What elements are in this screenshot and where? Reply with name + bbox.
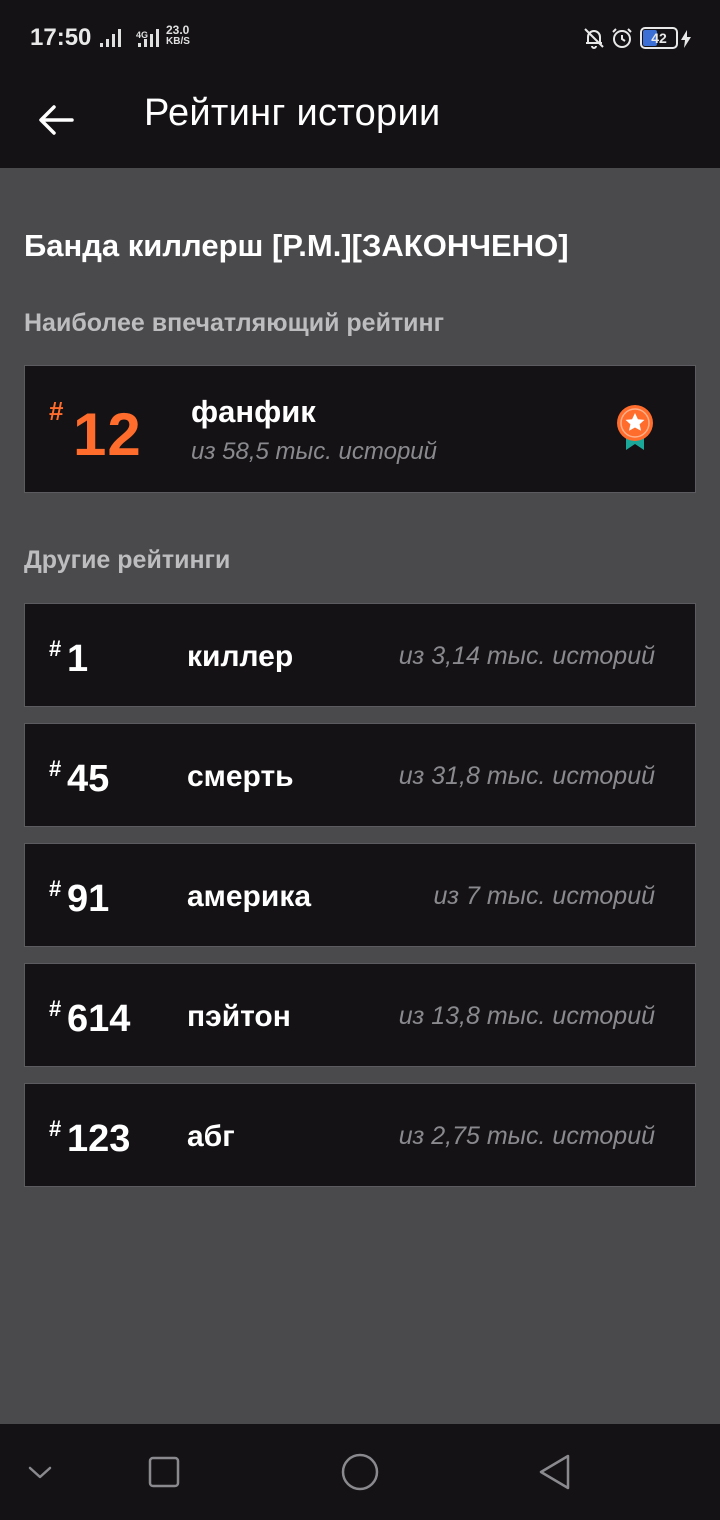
rank-number: 91 xyxy=(67,878,110,920)
rank-hash: # xyxy=(49,756,62,781)
rank-hash: # xyxy=(49,396,64,426)
rank-hash: # xyxy=(49,636,62,661)
status-time: 17:50 xyxy=(30,24,92,51)
chevron-down-icon[interactable] xyxy=(16,1448,64,1496)
signal-icon xyxy=(100,29,121,47)
rank-number: 123 xyxy=(67,1118,131,1160)
signal-icon xyxy=(138,29,159,47)
battery-indicator: 42 xyxy=(640,27,678,49)
square-icon[interactable] xyxy=(140,1448,188,1496)
medal-star-icon xyxy=(617,405,653,450)
rating-card[interactable]: # 123 абг из 2,75 тыс. историй xyxy=(24,1083,696,1187)
back-button[interactable] xyxy=(26,90,86,150)
other-ratings-label: Другие рейтинги xyxy=(24,546,231,574)
circle-icon[interactable] xyxy=(336,1448,384,1496)
bell-off-icon xyxy=(584,28,604,49)
rank-number: 12 xyxy=(73,401,142,468)
rating-tag: абг xyxy=(187,1120,235,1153)
battery-level: 42 xyxy=(651,30,667,46)
system-nav-bar xyxy=(0,1424,720,1520)
rating-tag: смерть xyxy=(187,760,294,793)
rating-card[interactable]: # 91 америка из 7 тыс. историй xyxy=(24,843,696,947)
rating-card[interactable]: # 1 киллер из 3,14 тыс. историй xyxy=(24,603,696,707)
rank-hash: # xyxy=(49,876,62,901)
rating-count: из 13,8 тыс. историй xyxy=(398,1002,655,1030)
top-rating-card[interactable]: # 12 фанфик из 58,5 тыс. историй xyxy=(24,365,696,493)
rating-count: из 3,14 тыс. историй xyxy=(398,642,655,670)
story-title: Банда киллерш [Р.М.][ЗАКОНЧЕНО] xyxy=(24,228,569,263)
top-rating-label: Наиболее впечатляющий рейтинг xyxy=(24,309,445,337)
charging-icon xyxy=(681,30,691,48)
top-rating-tag: фанфик xyxy=(191,394,316,429)
rating-tag: киллер xyxy=(187,640,294,673)
arrow-left-icon xyxy=(39,105,74,135)
triangle-back-icon[interactable] xyxy=(532,1448,580,1496)
rank-number: 45 xyxy=(67,758,110,800)
rank-number: 614 xyxy=(67,998,131,1040)
rank-hash: # xyxy=(49,996,62,1021)
rating-count: из 31,8 тыс. историй xyxy=(398,762,655,790)
rating-tag: америка xyxy=(187,880,312,913)
top-rating-count: из 58,5 тыс. историй xyxy=(191,438,437,465)
app-bar: Рейтинг истории xyxy=(0,76,720,168)
rank-hash: # xyxy=(49,1116,62,1141)
rating-card[interactable]: # 45 смерть из 31,8 тыс. историй xyxy=(24,723,696,827)
rating-count: из 7 тыс. историй xyxy=(433,882,656,910)
status-bar: 17:50 4G 23.0 KB/S 42 xyxy=(0,0,720,76)
rating-card[interactable]: # 614 пэйтон из 13,8 тыс. историй xyxy=(24,963,696,1067)
rating-count: из 2,75 тыс. историй xyxy=(398,1122,655,1150)
rating-tag: пэйтон xyxy=(187,1000,291,1033)
alarm-icon xyxy=(612,28,632,48)
network-speed: 23.0 KB/S xyxy=(166,23,190,47)
rank-number: 1 xyxy=(67,638,89,680)
page-title: Рейтинг истории xyxy=(144,92,441,134)
